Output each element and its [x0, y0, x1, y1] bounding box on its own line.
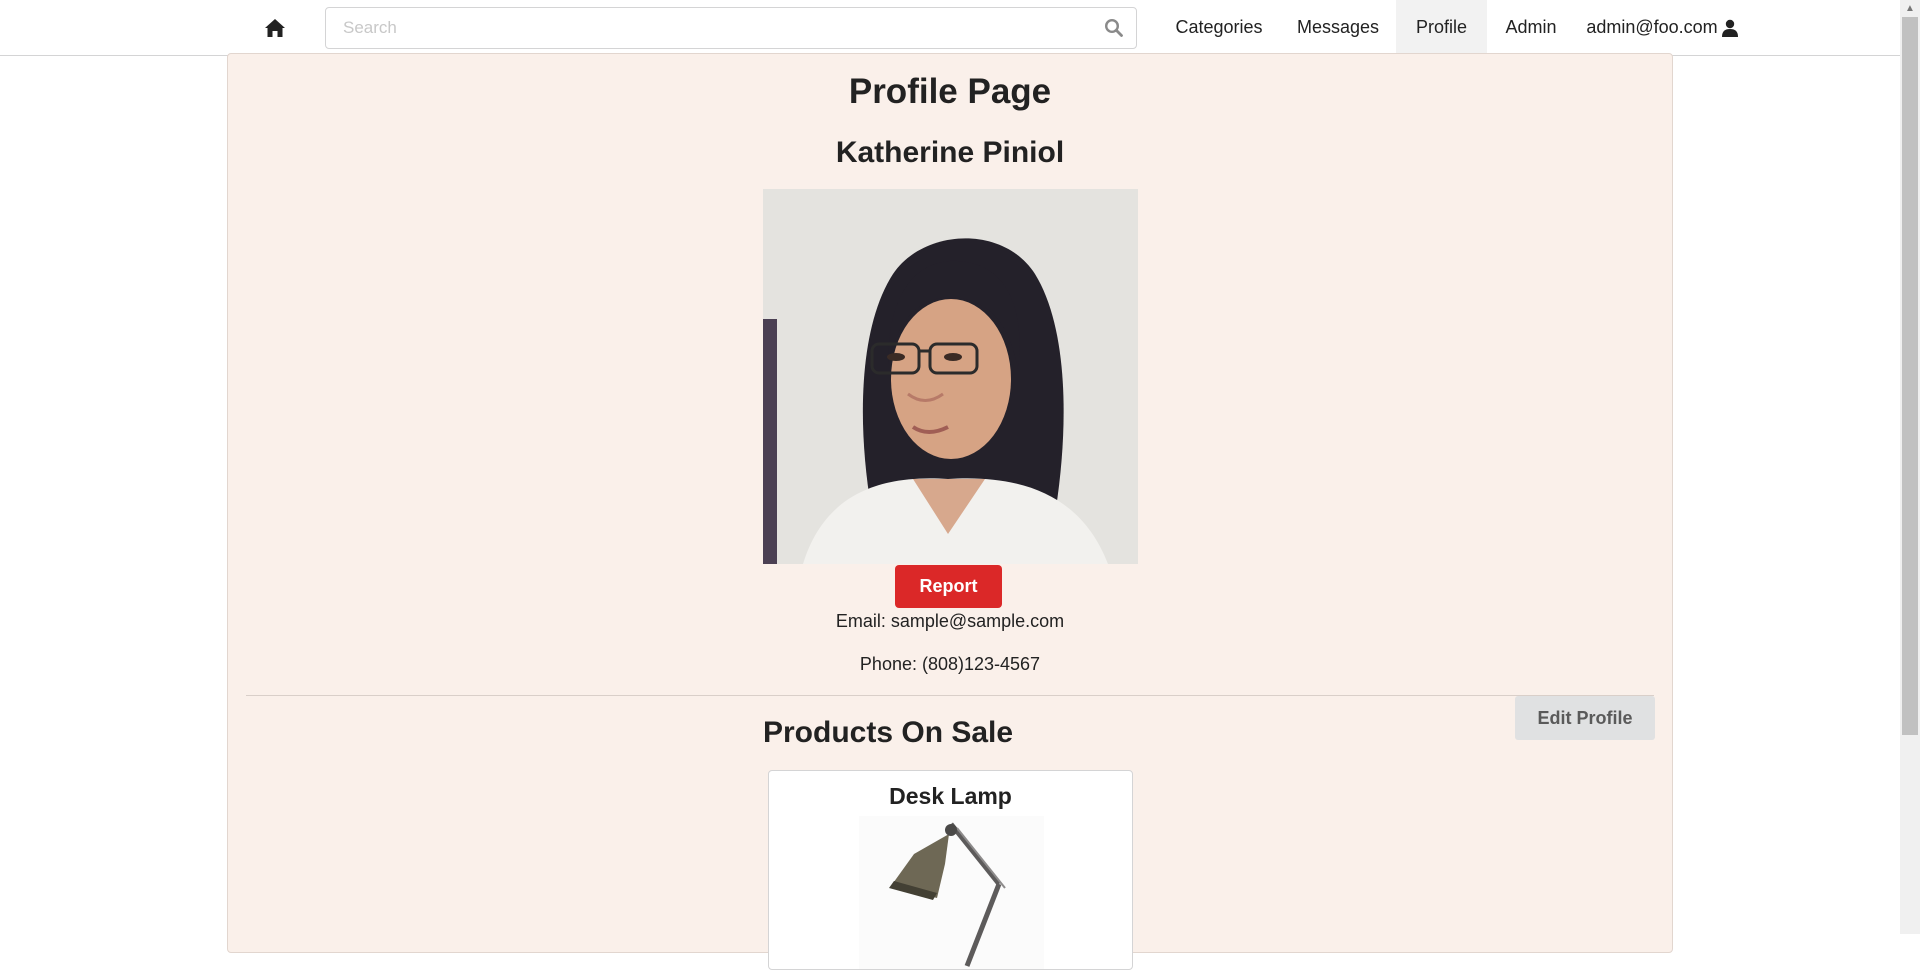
nav-categories[interactable]: Categories [1158, 0, 1280, 55]
scroll-up-icon[interactable]: ▲ [1900, 0, 1920, 16]
home-icon [265, 18, 285, 37]
report-button[interactable]: Report [895, 565, 1002, 608]
nav-user-menu[interactable]: admin@foo.com [1575, 0, 1750, 55]
search-input[interactable] [326, 8, 1136, 48]
vertical-scrollbar[interactable]: ▲ [1900, 0, 1920, 934]
nav-messages[interactable]: Messages [1280, 0, 1396, 55]
profile-name: Katherine Piniol [835, 136, 1065, 169]
search-icon[interactable] [1104, 18, 1124, 38]
nav-profile[interactable]: Profile [1396, 0, 1487, 55]
product-image [859, 816, 1044, 969]
user-icon [1721, 19, 1738, 37]
search-box [325, 7, 1137, 49]
user-email-label: admin@foo.com [1586, 17, 1718, 37]
products-section-title: Products On Sale [763, 716, 1014, 749]
edit-profile-button[interactable]: Edit Profile [1515, 696, 1655, 740]
profile-photo [763, 189, 1138, 564]
scrollbar-thumb[interactable] [1902, 17, 1918, 735]
home-button[interactable] [252, 0, 298, 55]
product-name: Desk Lamp [889, 783, 1012, 809]
section-divider [246, 695, 1654, 696]
product-card[interactable]: Desk Lamp [768, 770, 1133, 970]
profile-email: Email: sample@sample.com [835, 611, 1065, 631]
nav-admin[interactable]: Admin [1487, 0, 1575, 55]
profile-phone: Phone: (808)123-4567 [859, 654, 1041, 674]
page-title: Profile Page [848, 72, 1052, 111]
profile-container: Profile Page Katherine Piniol Report Ema… [227, 53, 1673, 970]
top-navbar: Categories Messages Profile Admin admin@… [0, 0, 1900, 56]
